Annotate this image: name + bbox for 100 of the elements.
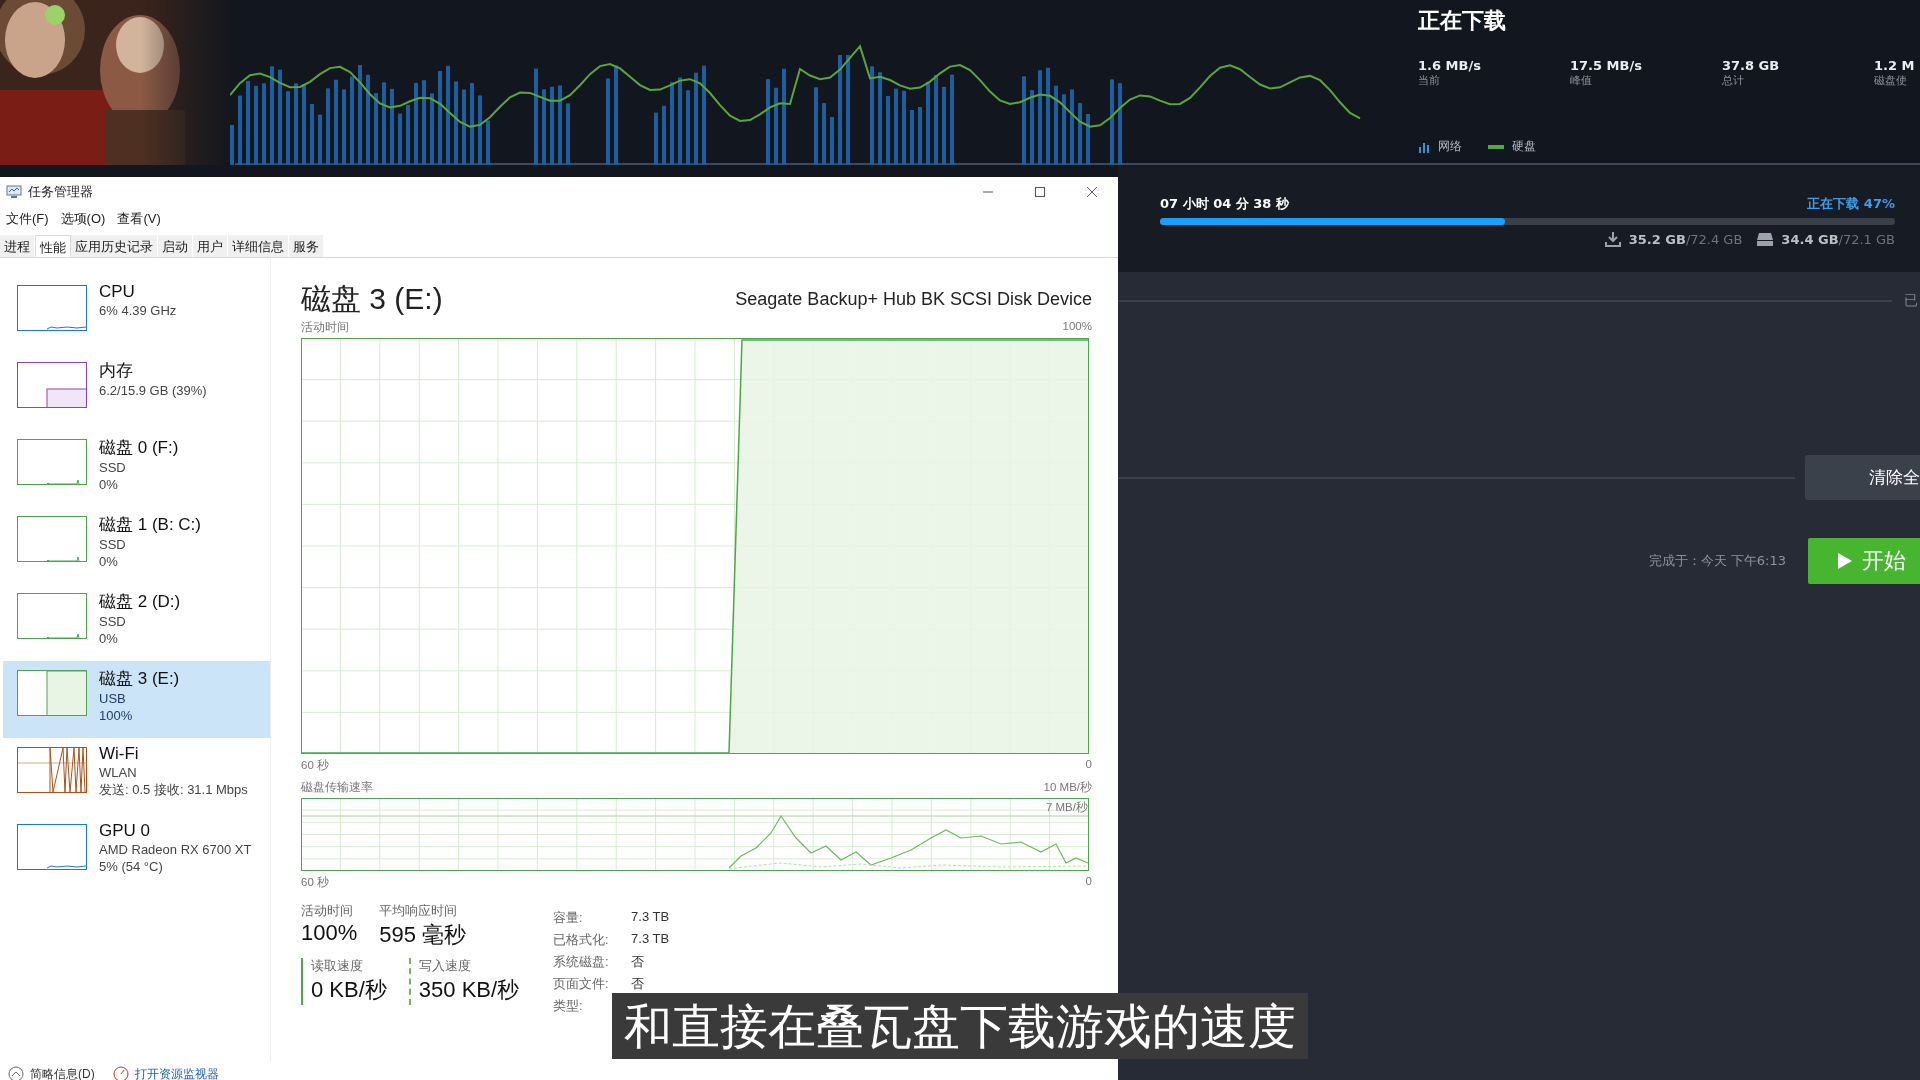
download-icon	[1603, 231, 1622, 247]
item-detail: 0%	[99, 630, 119, 647]
stat-value: 1.2 M	[1874, 58, 1916, 73]
gauge-icon	[112, 1066, 129, 1080]
property-label: 容量:	[553, 909, 584, 927]
sidebar-item[interactable]: 磁盘 0 (F:) SSD 0%	[3, 430, 270, 507]
disk-title: 磁盘 3 (E:)	[301, 280, 443, 317]
tab[interactable]: 用户	[193, 235, 228, 257]
item-detail: 0%	[99, 553, 119, 570]
stat-label: 总计	[1722, 73, 1745, 88]
stat-label: 平均响应时间	[379, 903, 459, 920]
tab[interactable]: 应用历史记录	[71, 235, 158, 257]
item-detail: SSD	[99, 613, 127, 630]
stat-value: 17.5 MB/s	[1570, 58, 1643, 73]
mini-graph	[17, 516, 87, 562]
mini-graph	[17, 593, 87, 639]
sidebar-item[interactable]: 磁盘 2 (D:) SSD 0%	[3, 584, 270, 661]
sidebar-item[interactable]: 内存 6.2/15.9 GB (39%)	[3, 353, 270, 430]
mini-graph	[17, 439, 87, 485]
item-name: 内存	[99, 360, 134, 382]
item-detail: 0%	[99, 476, 119, 493]
size-text: 35.2 GB/72.4 GB	[1628, 231, 1743, 247]
item-name: 磁盘 1 (B: C:)	[99, 514, 201, 536]
item-name: 磁盘 0 (F:)	[99, 437, 179, 459]
mini-graph	[17, 285, 87, 331]
tab[interactable]: 性能	[35, 235, 71, 257]
item-detail: 6% 4.39 GHz	[99, 302, 177, 319]
chevron-up-icon	[8, 1066, 24, 1080]
legend-label: 硬盘	[1512, 138, 1536, 155]
item-detail: 5% (54 °C)	[99, 858, 164, 875]
rate-label: 写入速度	[418, 958, 472, 975]
axis-label: 0	[1085, 875, 1092, 889]
rate-label: 读取速度	[311, 958, 364, 975]
property-label: 已格式化:	[553, 931, 610, 949]
axis-label: 10 MB/秒	[1043, 780, 1092, 795]
tab[interactable]: 进程	[0, 235, 35, 257]
sidebar-item[interactable]: Wi-Fi WLAN 发送: 0.5 接收: 31.1 Mbps	[3, 738, 270, 815]
download-status: 正在下载 47%	[1807, 195, 1895, 213]
stat-value: 595 毫秒	[379, 921, 467, 949]
close-icon	[1086, 186, 1098, 198]
hard-drive-icon	[1756, 231, 1775, 247]
item-detail: 6.2/15.9 GB (39%)	[99, 382, 207, 399]
sidebar-item[interactable]: CPU 6% 4.39 GHz	[3, 276, 270, 353]
item-detail: 100%	[99, 707, 134, 724]
item-detail: USB	[99, 690, 127, 707]
property-label: 类型:	[553, 997, 584, 1015]
chart-label: 活动时间	[301, 320, 349, 335]
mini-graph	[17, 670, 87, 716]
tab[interactable]: 详细信息	[228, 235, 289, 257]
item-name: CPU	[99, 282, 136, 302]
property-label: 系统磁盘:	[553, 953, 610, 971]
download-heading: 正在下载	[1418, 7, 1507, 35]
section-label: 已	[1904, 292, 1919, 310]
property-value: 7.3 TB	[631, 909, 670, 926]
item-detail: WLAN	[99, 764, 138, 781]
item-detail: 发送: 0.5 接收: 31.1 Mbps	[99, 781, 248, 798]
item-name: Wi-Fi	[99, 744, 140, 764]
stat-label: 当前	[1418, 73, 1441, 88]
property-label: 页面文件:	[553, 975, 610, 993]
size-text: 34.4 GB/72.1 GB	[1781, 231, 1895, 247]
bar-chart-icon	[1418, 140, 1430, 153]
window-title: 任务管理器	[28, 183, 93, 201]
legend-label: 网络	[1438, 138, 1462, 155]
stat-label: 活动时间	[301, 903, 354, 920]
sidebar-item[interactable]: 磁盘 1 (B: C:) SSD 0%	[3, 507, 270, 584]
axis-label: 100%	[1062, 320, 1092, 334]
tab[interactable]: 服务	[289, 235, 324, 257]
tab[interactable]: 启动	[158, 235, 193, 257]
rate-value: 350 KB/秒	[418, 976, 520, 1004]
item-detail: SSD	[99, 459, 127, 476]
property-value: 否	[631, 975, 646, 993]
item-detail: AMD Radeon RX 6700 XT	[99, 841, 252, 858]
play-icon	[1838, 553, 1852, 569]
item-detail: SSD	[99, 536, 127, 553]
stat-value: 1.6 MB/s	[1418, 58, 1482, 73]
item-name: 磁盘 2 (D:)	[99, 591, 181, 613]
device-name: Seagate Backup+ Hub BK SCSI Disk Device	[735, 288, 1092, 310]
menu-item[interactable]: 查看(V)	[117, 210, 161, 228]
finish-time: 完成于：今天 下午6:13	[1648, 552, 1786, 570]
mini-graph	[17, 362, 87, 408]
item-name: 磁盘 3 (E:)	[99, 668, 180, 690]
sidebar-item[interactable]: 磁盘 3 (E:) USB 100%	[3, 661, 270, 738]
stat-label: 磁盘使	[1874, 73, 1908, 88]
clear-button[interactable]: 清除全	[1805, 455, 1920, 500]
stat-value: 100%	[301, 920, 358, 946]
footer-link[interactable]: 打开资源监视器	[112, 1068, 219, 1080]
property-value: 否	[631, 953, 646, 971]
axis-label: 7 MB/秒	[1045, 800, 1088, 815]
subtitle-caption: 和直接在叠瓦盘下载游戏的速度	[612, 993, 1308, 1059]
footer-link[interactable]: 简略信息(D)	[8, 1068, 95, 1080]
menu-item[interactable]: 选项(O)	[60, 210, 106, 228]
axis-label: 60 秒	[301, 758, 329, 773]
stat-value: 37.8 GB	[1722, 58, 1781, 73]
sidebar-item[interactable]: GPU 0 AMD Radeon RX 6700 XT 5% (54 °C)	[3, 815, 270, 892]
mini-graph	[17, 747, 87, 793]
axis-label: 60 秒	[301, 875, 329, 890]
chart-label: 磁盘传输速率	[301, 780, 373, 795]
mini-graph	[17, 824, 87, 870]
rate-value: 0 KB/秒	[311, 976, 387, 1004]
menu-item[interactable]: 文件(F)	[6, 210, 49, 228]
